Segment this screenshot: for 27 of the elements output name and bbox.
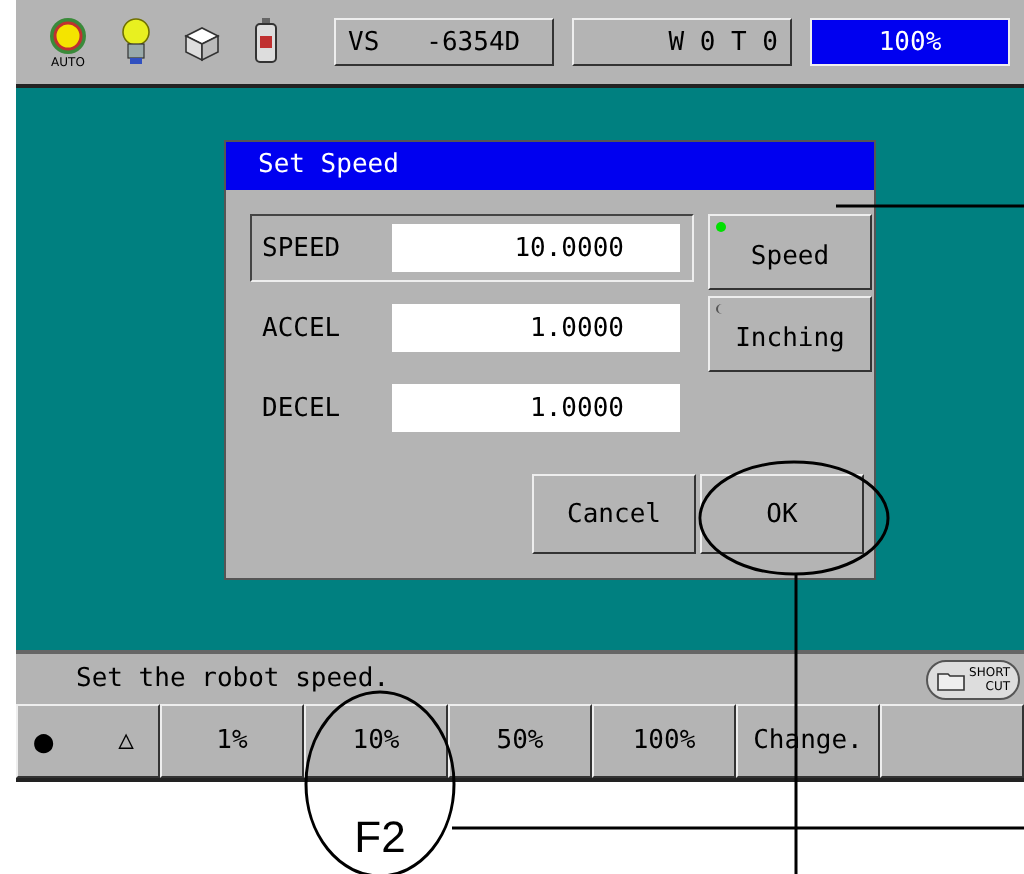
callout-label: F2: [354, 812, 406, 862]
function-key[interactable]: 50%: [448, 704, 592, 778]
selected-field-row[interactable]: SPEED 10.0000: [250, 214, 694, 282]
triangle-symbol: △: [118, 726, 134, 756]
robot-position-field: VS -6354D: [334, 18, 554, 66]
value-field[interactable]: 1.0000: [392, 384, 680, 432]
function-key[interactable]: 100%: [592, 704, 736, 778]
battery-icon: [252, 16, 280, 68]
field-label: DECEL: [262, 393, 343, 423]
light-bulb-icon: [120, 18, 152, 66]
ok-button[interactable]: OK: [700, 474, 864, 554]
mode-button[interactable]: Speed: [708, 214, 872, 290]
speed-override-display: 100%: [810, 18, 1010, 66]
function-key[interactable]: 10%: [304, 704, 448, 778]
folder-icon: [935, 667, 968, 691]
cancel-button[interactable]: Cancel: [532, 474, 696, 554]
status-message: Set the robot speed.: [76, 664, 390, 694]
value-field[interactable]: 10.0000: [392, 224, 680, 272]
field-label: SPEED: [262, 233, 343, 263]
dialog-title: Set Speed: [226, 142, 874, 190]
function-key[interactable]: 1%: [160, 704, 304, 778]
circle-symbol: ●: [34, 722, 54, 760]
value-field[interactable]: 1.0000: [392, 304, 680, 352]
field-label: ACCEL: [262, 313, 343, 343]
tool-field: W 0 T 0: [572, 18, 792, 66]
cube-icon: [180, 22, 224, 62]
mode-button[interactable]: Inching: [708, 296, 872, 372]
